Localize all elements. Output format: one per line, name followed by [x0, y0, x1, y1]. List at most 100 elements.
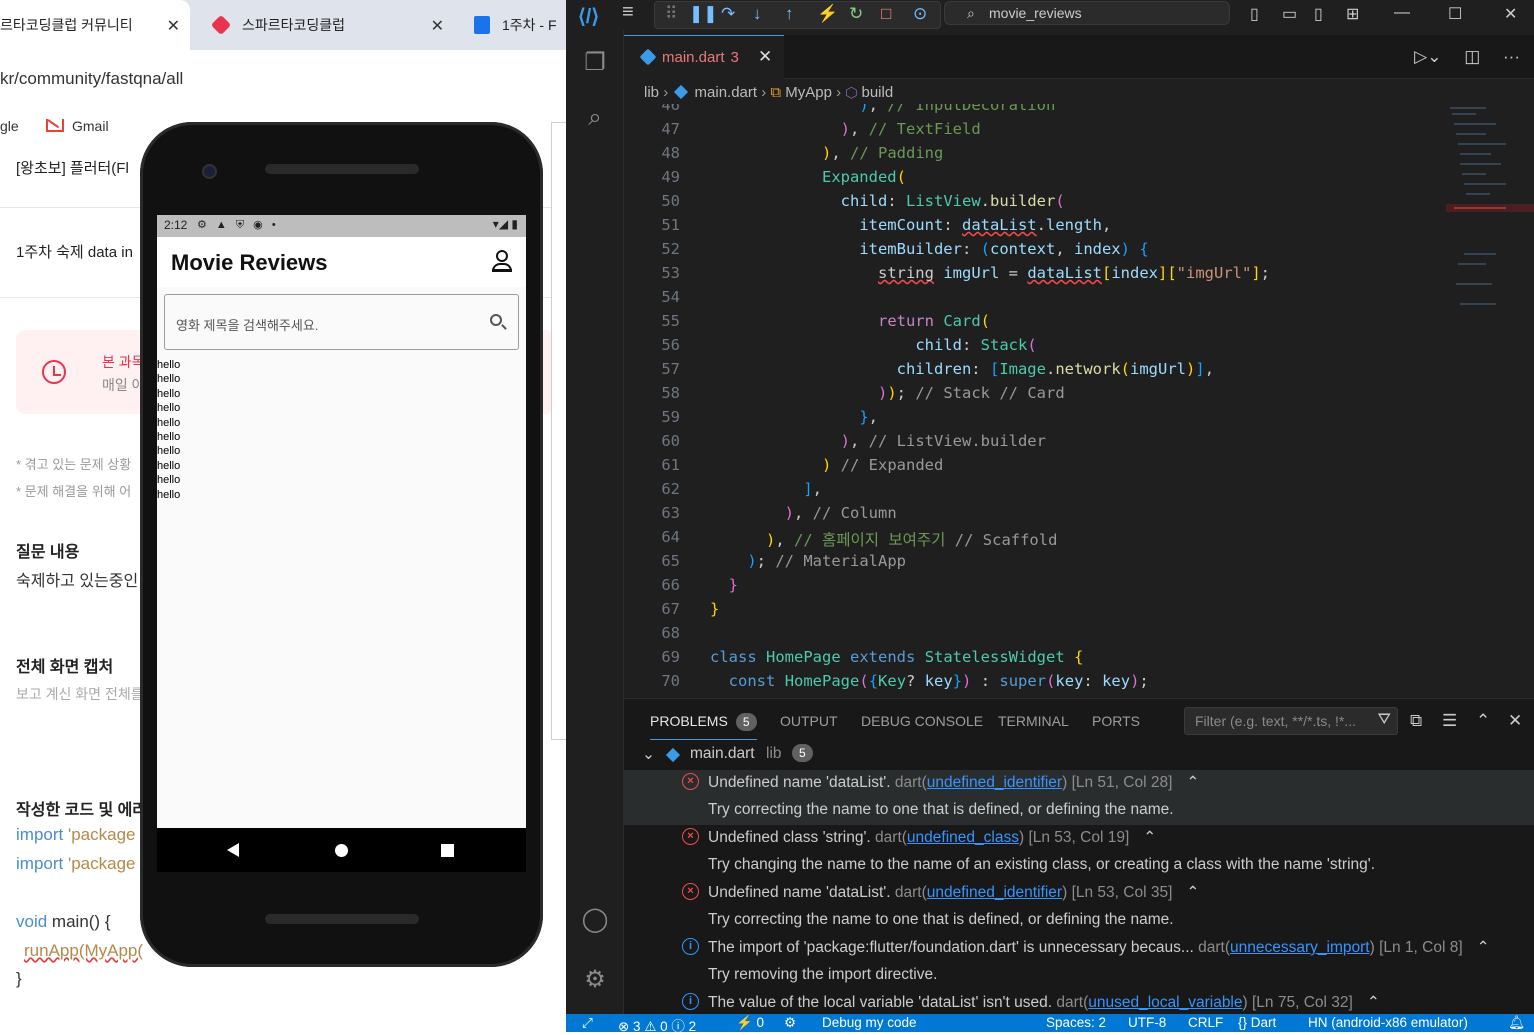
collapse-all-icon[interactable]: ⧉	[1410, 711, 1422, 731]
notifications-icon[interactable]: 🔔︎	[1508, 1015, 1525, 1031]
window-minimize-button[interactable]: —	[1394, 4, 1410, 22]
problem-hint-row[interactable]: Try correcting the name to one that is d…	[624, 798, 1534, 825]
tab-ports[interactable]: PORTS	[1092, 713, 1140, 729]
movie-list-item: hello	[157, 488, 181, 501]
browser-tab-sparta[interactable]: 스파르타코딩클럽 ✕	[196, 0, 454, 50]
bookmark-google[interactable]: gle	[0, 118, 19, 134]
browser-tab-week1[interactable]: 1주차 - F	[462, 0, 566, 50]
problems-folder: lib	[766, 745, 782, 762]
problem-source-close: )	[1062, 774, 1068, 791]
problem-code-link[interactable]: undefined_class	[907, 829, 1019, 846]
problem-code-link[interactable]: undefined_identifier	[927, 884, 1062, 901]
step-into-icon[interactable]: ↓	[753, 4, 762, 24]
chevron-up-icon[interactable]: ⌃	[1186, 774, 1199, 791]
search-icon[interactable]	[490, 314, 502, 326]
person-icon[interactable]	[491, 249, 513, 273]
command-center-search[interactable]: ⌕ movie_reviews	[944, 1, 1230, 25]
problems-filter-input[interactable]: Filter (e.g. text, **/*.ts, !*... ⛛	[1184, 707, 1398, 735]
inspect-icon[interactable]: ⊙	[913, 4, 927, 24]
problem-row[interactable]: i The value of the local variable 'dataLi…	[624, 990, 1534, 1014]
stop-icon[interactable]: □	[881, 4, 891, 24]
bookmark-gmail[interactable]: Gmail	[46, 118, 109, 134]
chevron-up-icon[interactable]: ⌃	[1477, 939, 1490, 956]
tab-terminal[interactable]: TERMINAL	[998, 713, 1069, 729]
toggle-sidebar-icon[interactable]: ▯	[1250, 4, 1259, 24]
language-status[interactable]: {} Dart	[1238, 1015, 1276, 1030]
problem-code-link[interactable]: unused_local_variable	[1088, 994, 1242, 1011]
nav-recents-icon[interactable]	[441, 844, 454, 857]
eol-status[interactable]: CRLF	[1188, 1015, 1223, 1030]
customize-layout-icon[interactable]: ⊞	[1346, 4, 1359, 24]
tab-close-icon[interactable]: ✕	[167, 16, 180, 36]
breadcrumb-lib[interactable]: lib	[644, 84, 659, 101]
view-as-tree-icon[interactable]: ☰	[1442, 711, 1457, 731]
problems-file-row[interactable]: ⌄ main.dart lib 5	[624, 742, 1534, 769]
encoding-status[interactable]: UTF-8	[1128, 1015, 1166, 1030]
tab-debug-console[interactable]: DEBUG CONSOLE	[861, 713, 983, 729]
search-icon[interactable]: ⌕	[580, 104, 610, 134]
pause-icon[interactable]: ❚❚	[689, 4, 718, 24]
nav-back-icon[interactable]	[227, 843, 239, 857]
problem-hint-row[interactable]: Try changing the name to the name of an …	[624, 853, 1534, 880]
address-bar[interactable]: kr/community/fastqna/all	[0, 58, 566, 102]
hot-reload-icon[interactable]: ⚡	[817, 4, 838, 24]
chevron-down-icon[interactable]: ⌄	[642, 745, 655, 764]
breadcrumb-class[interactable]: MyApp	[785, 84, 832, 101]
tab-close-icon[interactable]: ✕	[431, 16, 444, 36]
step-over-icon[interactable]: ↷	[721, 4, 735, 24]
close-panel-icon[interactable]: ✕	[1508, 711, 1522, 731]
editor-tab-main-dart[interactable]: main.dart 3 ✕	[624, 35, 784, 79]
step-out-icon[interactable]: ↑	[785, 4, 794, 24]
movie-list-item: hello	[157, 445, 181, 458]
code-editor[interactable]: 46 ), // InputDecoration 47 ), // TextFi…	[624, 104, 1534, 696]
tab-output[interactable]: OUTPUT	[780, 713, 838, 729]
window-maximize-button[interactable]: ☐	[1448, 4, 1462, 24]
code-keyword: import	[16, 854, 64, 873]
problem-code-link[interactable]: unnecessary_import	[1230, 939, 1370, 956]
panel-header: PROBLEMS 5 OUTPUT DEBUG CONSOLE TERMINAL …	[624, 698, 1534, 742]
browser-tab-strip: 르타코딩클럽 커뮤니티 ✕ 스파르타코딩클럽 ✕ 1주차 - F	[0, 0, 566, 50]
count-badge: 5	[792, 744, 813, 762]
problem-code-link[interactable]: undefined_identifier	[927, 774, 1062, 791]
restart-icon[interactable]: ↻	[849, 4, 863, 24]
toggle-panel-icon[interactable]: ▭	[1282, 4, 1297, 24]
toggle-secondary-sidebar-icon[interactable]: ▯	[1314, 4, 1323, 24]
breadcrumb-method[interactable]: build	[862, 84, 894, 101]
problems-status[interactable]: ⊗ 3 ⚠ 0 ⓘ 2	[618, 1015, 696, 1035]
problem-row[interactable]: i The import of 'package:flutter/foundati…	[624, 935, 1534, 962]
debug-icon[interactable]: ⚙	[784, 1015, 796, 1031]
menu-icon[interactable]: ≡	[622, 1, 634, 24]
movie-list-item: hello	[157, 387, 181, 400]
problem-row[interactable]: × Undefined class 'string'. dart(undefine…	[624, 825, 1534, 852]
account-icon[interactable]: ◯	[580, 905, 610, 935]
remote-icon[interactable]: ⤢	[582, 1015, 593, 1031]
front-camera	[202, 164, 217, 179]
chevron-up-icon[interactable]: ⌃	[1186, 884, 1199, 901]
explorer-icon[interactable]: ❐	[580, 48, 610, 78]
problem-hint-row[interactable]: Try correcting the name to one that is d…	[624, 908, 1534, 935]
tab-close-icon[interactable]: ✕	[758, 47, 772, 67]
device-status[interactable]: HN (android-x86 emulator)	[1308, 1015, 1468, 1030]
run-debug-icon[interactable]: ▷⌄	[1414, 47, 1441, 66]
more-actions-icon[interactable]: ···	[1503, 47, 1520, 66]
minimap[interactable]	[1446, 104, 1534, 314]
movie-search-input[interactable]: 영화 제목을 검색해주세요.	[164, 294, 519, 350]
maximize-panel-icon[interactable]: ⌃	[1476, 711, 1490, 731]
indentation-status[interactable]: Spaces: 2	[1046, 1015, 1106, 1030]
breadcrumb-file[interactable]: main.dart	[695, 84, 758, 101]
settings-gear-icon[interactable]: ⚙	[580, 965, 610, 995]
filter-icon[interactable]: ⛛	[1378, 711, 1391, 729]
tab-problems[interactable]: PROBLEMS 5	[650, 713, 757, 740]
problem-hint-row[interactable]: Try removing the import directive.	[624, 963, 1534, 990]
browser-tab-community[interactable]: 르타코딩클럽 커뮤니티 ✕	[0, 0, 190, 50]
window-close-button[interactable]: ✕	[1504, 4, 1517, 24]
problem-hint: Try changing the name to the name of an …	[708, 855, 1376, 873]
drag-handle-icon[interactable]: ⠿	[665, 4, 677, 24]
problem-row[interactable]: × Undefined name 'dataList'. dart(undefin…	[624, 880, 1534, 907]
nav-home-icon[interactable]	[335, 844, 348, 857]
chevron-up-icon[interactable]: ⌃	[1367, 994, 1380, 1011]
ports-status[interactable]: ⚡ 0	[736, 1015, 764, 1031]
chevron-up-icon[interactable]: ⌃	[1143, 829, 1156, 846]
split-editor-icon[interactable]: ◫	[1464, 47, 1480, 66]
debug-config-status[interactable]: Debug my code	[822, 1015, 917, 1030]
